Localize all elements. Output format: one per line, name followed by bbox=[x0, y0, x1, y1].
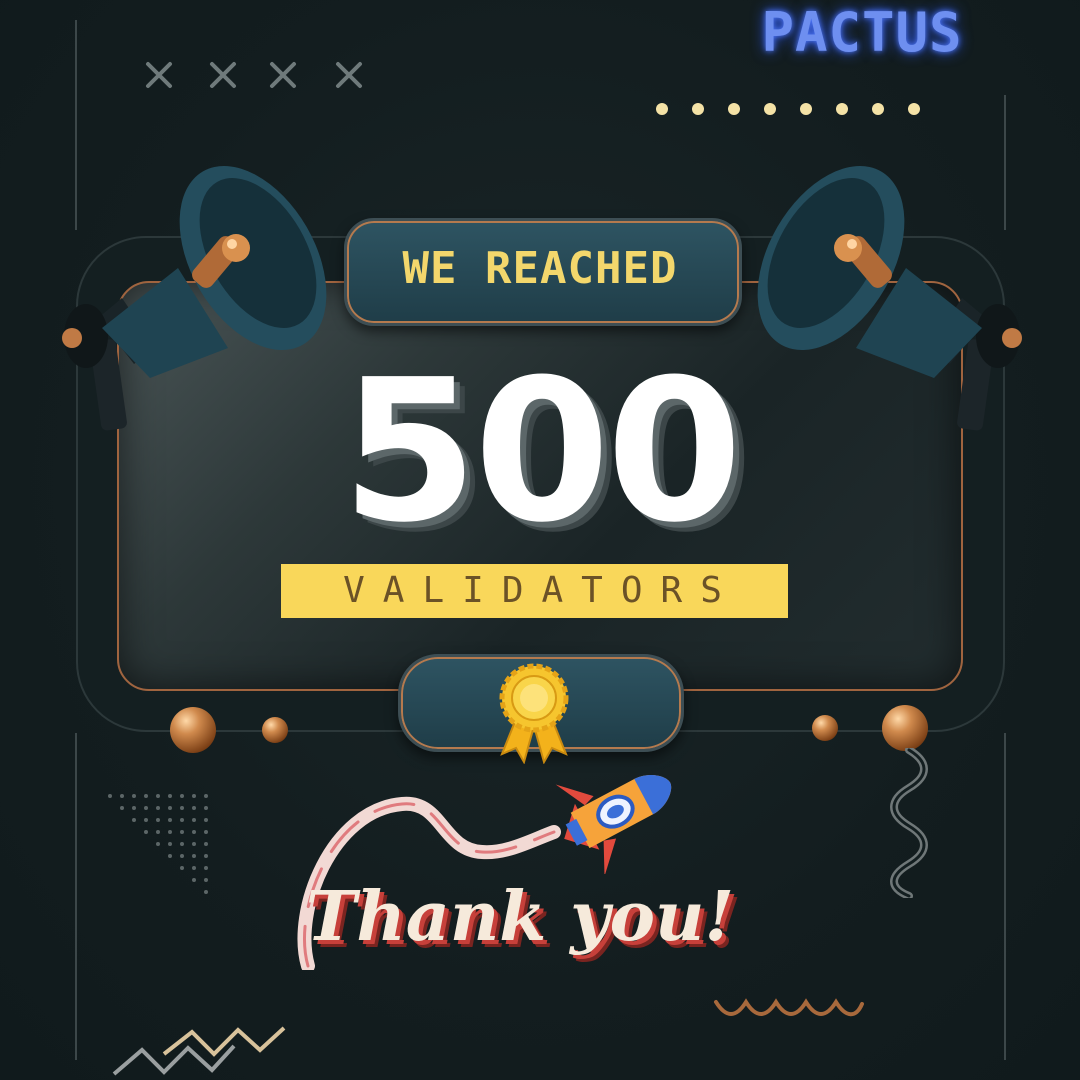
zigzag-lines bbox=[112, 1026, 286, 1076]
copper-sphere bbox=[812, 715, 838, 741]
copper-sphere bbox=[882, 705, 928, 751]
cross-marks bbox=[146, 62, 362, 88]
brand-logo: PACTUS bbox=[761, 1, 963, 64]
award-ribbon-icon bbox=[499, 663, 569, 764]
cross-mark bbox=[146, 62, 172, 88]
squiggle-line bbox=[890, 748, 928, 898]
megaphone-icon bbox=[62, 166, 327, 431]
poster: PACTUS WE REACHED 500 VALIDATORS Thank y… bbox=[0, 0, 1080, 1080]
thank-you-text: Thank you! bbox=[305, 877, 735, 957]
cross-mark bbox=[270, 62, 296, 88]
copper-sphere bbox=[262, 717, 288, 743]
zigzag-line bbox=[714, 998, 864, 1017]
cross-mark bbox=[210, 62, 236, 88]
cross-mark bbox=[336, 62, 362, 88]
megaphone-icon bbox=[757, 166, 1022, 431]
dot-grid-pattern bbox=[108, 794, 208, 894]
copper-sphere bbox=[170, 707, 216, 753]
dot-row bbox=[656, 103, 920, 115]
milestone-label: VALIDATORS bbox=[343, 570, 740, 611]
headline-text: WE REACHED bbox=[402, 243, 678, 294]
frame-line-left-bottom bbox=[75, 733, 77, 1060]
rocket-icon bbox=[555, 774, 672, 874]
frame-line-right-bottom bbox=[1004, 733, 1006, 1060]
